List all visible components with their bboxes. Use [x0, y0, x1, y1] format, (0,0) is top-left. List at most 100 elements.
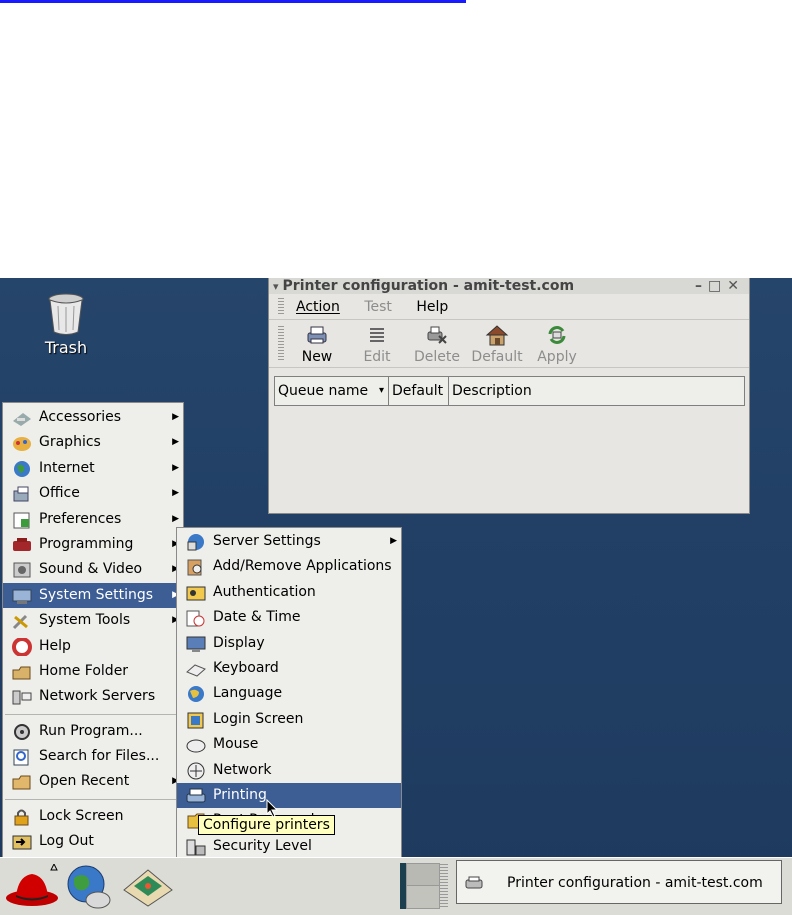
menu-item-login-screen[interactable]: Login Screen — [177, 707, 401, 732]
printer-queue-table[interactable]: Queue name ▾ Default Description — [274, 376, 745, 406]
edit-list-icon — [370, 328, 384, 342]
menu-item-programming[interactable]: Programming▶ — [3, 532, 183, 557]
column-default[interactable]: Default — [389, 377, 449, 405]
menu-item-system-settings[interactable]: System Settings▶ — [3, 582, 183, 609]
run-program-icon — [14, 723, 30, 740]
menu-item-label: System Tools — [39, 612, 131, 629]
menu-item-run-program[interactable]: Run Program... — [3, 719, 183, 744]
trash-desktop-icon[interactable]: Trash — [36, 292, 96, 357]
menu-item-authentication[interactable]: Authentication — [177, 580, 401, 605]
date-time-icon — [186, 610, 205, 627]
menu-item-open-recent[interactable]: Open Recent▶ — [3, 769, 183, 794]
menu-item-sound-video[interactable]: Sound & Video▶ — [3, 557, 183, 582]
menu-action[interactable]: Action — [296, 299, 340, 315]
menu-help[interactable]: Help — [416, 299, 448, 315]
mouse-pointer-icon — [266, 799, 279, 818]
menu-item-label: Keyboard — [213, 659, 279, 676]
menu-item-security-level[interactable]: Security Level — [177, 834, 401, 859]
window-toolbar: New Edit Delete Default Apply — [269, 320, 749, 368]
bottom-panel: Printer configuration - amit-test.com — [0, 857, 792, 915]
menu-item-printing[interactable]: Printing — [177, 782, 401, 809]
web-browser-launcher-icon[interactable] — [62, 862, 114, 910]
menu-item-label: System Settings — [39, 586, 154, 603]
lock-icon — [14, 809, 29, 826]
close-icon[interactable]: ✕ — [727, 278, 745, 294]
menu-item-lock-screen[interactable]: Lock Screen — [3, 804, 183, 829]
language-icon — [188, 686, 204, 703]
menu-item-label: Display — [213, 634, 265, 651]
printer-small-icon — [465, 876, 483, 889]
menu-item-language[interactable]: Language — [177, 681, 401, 706]
menu-item-label: Language — [213, 685, 283, 702]
menu-item-label: Internet — [39, 459, 95, 476]
toolbar-grip[interactable] — [278, 326, 284, 362]
menu-separator — [5, 798, 181, 800]
sort-chevron-down-icon: ▾ — [378, 385, 384, 396]
email-launcher-icon[interactable] — [120, 864, 176, 908]
help-icon — [12, 637, 32, 656]
window-menubar: Action Test Help — [269, 294, 749, 320]
menubar-grip[interactable] — [278, 298, 284, 316]
menu-item-label: Help — [39, 637, 71, 654]
menu-item-network-servers[interactable]: Network Servers — [3, 684, 183, 709]
menu-item-office[interactable]: Office ▶ — [3, 481, 183, 506]
accessories-icon — [13, 413, 31, 426]
menu-item-label: Authentication — [213, 583, 316, 600]
redhat-main-menu-icon[interactable] — [4, 864, 60, 910]
column-description[interactable]: Description — [449, 377, 744, 405]
preferences-icon — [13, 512, 30, 529]
menu-item-label: Log Out — [39, 833, 94, 850]
menu-item-label: Preferences — [39, 510, 122, 527]
apply-label: Apply — [537, 349, 577, 365]
menu-item-label: Network — [213, 761, 272, 778]
minimize-icon[interactable]: – — [695, 278, 708, 294]
open-recent-icon — [12, 775, 31, 790]
menu-item-internet[interactable]: Internet ▶ — [3, 456, 183, 481]
menu-item-mouse[interactable]: Mouse — [177, 732, 401, 757]
menu-test[interactable]: Test — [364, 299, 392, 315]
workspace-1[interactable] — [407, 864, 439, 886]
menu-item-label: Login Screen — [213, 710, 304, 727]
delete-label: Delete — [414, 349, 460, 365]
menu-item-server-settings[interactable]: Server Settings ▶ — [177, 529, 401, 554]
menu-item-date-time[interactable]: Date & Time — [177, 605, 401, 630]
edit-label: Edit — [363, 349, 391, 365]
menu-item-accessories[interactable]: Accessories ▶ — [3, 405, 183, 430]
menu-item-label: Graphics — [39, 434, 101, 451]
menu-item-label: Network Servers — [39, 688, 156, 705]
menu-item-help[interactable]: Help — [3, 634, 183, 659]
submenu-arrow-icon: ▶ — [172, 488, 179, 499]
apply-button[interactable]: Apply — [529, 323, 585, 365]
printer-icon — [186, 788, 206, 803]
new-button[interactable]: New — [289, 323, 345, 365]
menu-item-add-remove-applications[interactable]: Add/Remove Applications — [177, 554, 401, 579]
menu-item-search-for-files[interactable]: Search for Files... — [3, 744, 183, 769]
system-settings-icon — [12, 589, 32, 604]
edit-button[interactable]: Edit — [349, 323, 405, 365]
menu-item-keyboard[interactable]: Keyboard — [177, 656, 401, 681]
trash-label: Trash — [44, 338, 88, 357]
column-queue-name[interactable]: Queue name ▾ — [275, 377, 389, 405]
menu-item-system-tools[interactable]: System Tools▶ — [3, 608, 183, 633]
network-icon — [187, 762, 205, 780]
window-titlebar[interactable]: ▾ Printer configuration - amit-test.com –… — [269, 278, 749, 294]
menu-item-network[interactable]: Network — [177, 758, 401, 783]
menu-item-display[interactable]: Display — [177, 631, 401, 656]
mouse-icon — [186, 739, 206, 753]
menu-item-preferences[interactable]: Preferences ▶ — [3, 507, 183, 532]
home-folder-icon — [12, 666, 31, 680]
menu-item-log-out[interactable]: Log Out — [3, 829, 183, 854]
taskbar-label: Printer configuration - amit-test.com — [507, 875, 763, 891]
menu-item-graphics[interactable]: Graphics ▶ — [3, 430, 183, 455]
taskbar-printer-config-button[interactable]: Printer configuration - amit-test.com — [456, 860, 782, 904]
default-button[interactable]: Default — [469, 323, 525, 365]
menu-item-label: Date & Time — [213, 609, 301, 626]
menu-item-home-folder[interactable]: Home Folder — [3, 659, 183, 684]
delete-printer-icon — [427, 326, 447, 344]
delete-button[interactable]: Delete — [409, 323, 465, 365]
maximize-icon[interactable]: □ — [708, 278, 727, 294]
taskbar-grip[interactable] — [440, 864, 448, 908]
internet-icon — [14, 460, 30, 477]
window-menu-chevron-icon[interactable]: ▾ — [273, 280, 279, 293]
workspace-switcher[interactable] — [406, 863, 440, 909]
